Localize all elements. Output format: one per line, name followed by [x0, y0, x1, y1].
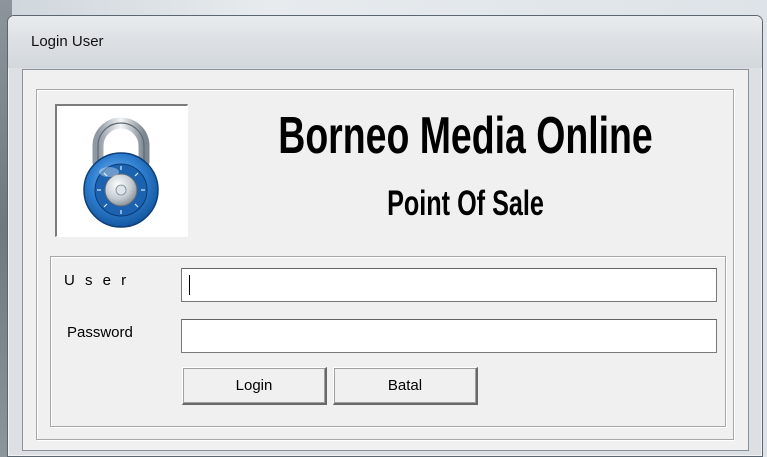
user-label: U s e r [64, 272, 130, 289]
password-label: Password [67, 324, 133, 341]
brand-title: Borneo Media Online [278, 107, 653, 165]
cancel-button[interactable]: Batal [333, 367, 478, 405]
window-title: Login User [31, 33, 104, 50]
text-caret [189, 275, 190, 295]
padlock-icon [83, 117, 159, 228]
login-button[interactable]: Login [182, 367, 327, 405]
login-window: Login User Borneo Media Online Point Of … [7, 15, 763, 457]
brand-subtitle: Point Of Sale [387, 184, 544, 223]
password-input[interactable] [181, 319, 717, 353]
title-bar[interactable]: Login User [8, 16, 762, 68]
logo-frame [55, 104, 188, 237]
user-input[interactable] [181, 268, 717, 302]
window-client-area: Borneo Media Online Point Of Sale U s e … [22, 69, 749, 451]
